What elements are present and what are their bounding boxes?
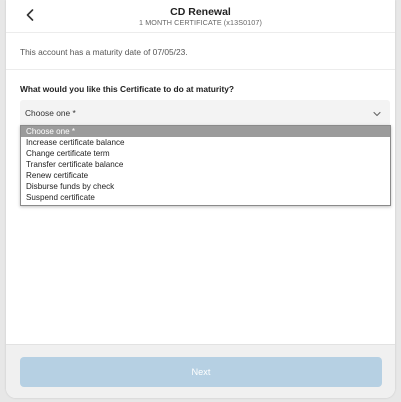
maturity-question-label: What would you like this Certificate to … [20, 84, 235, 94]
page-title: CD Renewal [170, 6, 231, 18]
divider [6, 69, 395, 70]
dropdown-option-suspend[interactable]: Suspend certificate [21, 192, 390, 203]
dropdown-option-change-term[interactable]: Change certificate term [21, 148, 390, 159]
footer: Next [6, 344, 395, 398]
dropdown-option-choose-one[interactable]: Choose one * [21, 126, 390, 137]
dropdown-option-increase-balance[interactable]: Increase certificate balance [21, 137, 390, 148]
dropdown-option-disburse-check[interactable]: Disburse funds by check [21, 181, 390, 192]
cd-renewal-panel: CD Renewal 1 MONTH CERTIFICATE (x13S0107… [6, 0, 395, 398]
maturity-date-note: This account has a maturity date of 07/0… [20, 47, 188, 57]
maturity-action-dropdown: Choose one * Increase certificate balanc… [20, 125, 391, 206]
dropdown-option-transfer-balance[interactable]: Transfer certificate balance [21, 159, 390, 170]
next-button[interactable]: Next [20, 357, 382, 387]
header: CD Renewal 1 MONTH CERTIFICATE (x13S0107… [6, 0, 395, 33]
dropdown-option-renew[interactable]: Renew certificate [21, 170, 390, 181]
maturity-action-select[interactable]: Choose one * [20, 100, 390, 126]
select-value: Choose one * [25, 108, 76, 118]
page-subtitle: 1 MONTH CERTIFICATE (x13S0107) [139, 18, 262, 27]
chevron-down-icon [373, 111, 381, 117]
